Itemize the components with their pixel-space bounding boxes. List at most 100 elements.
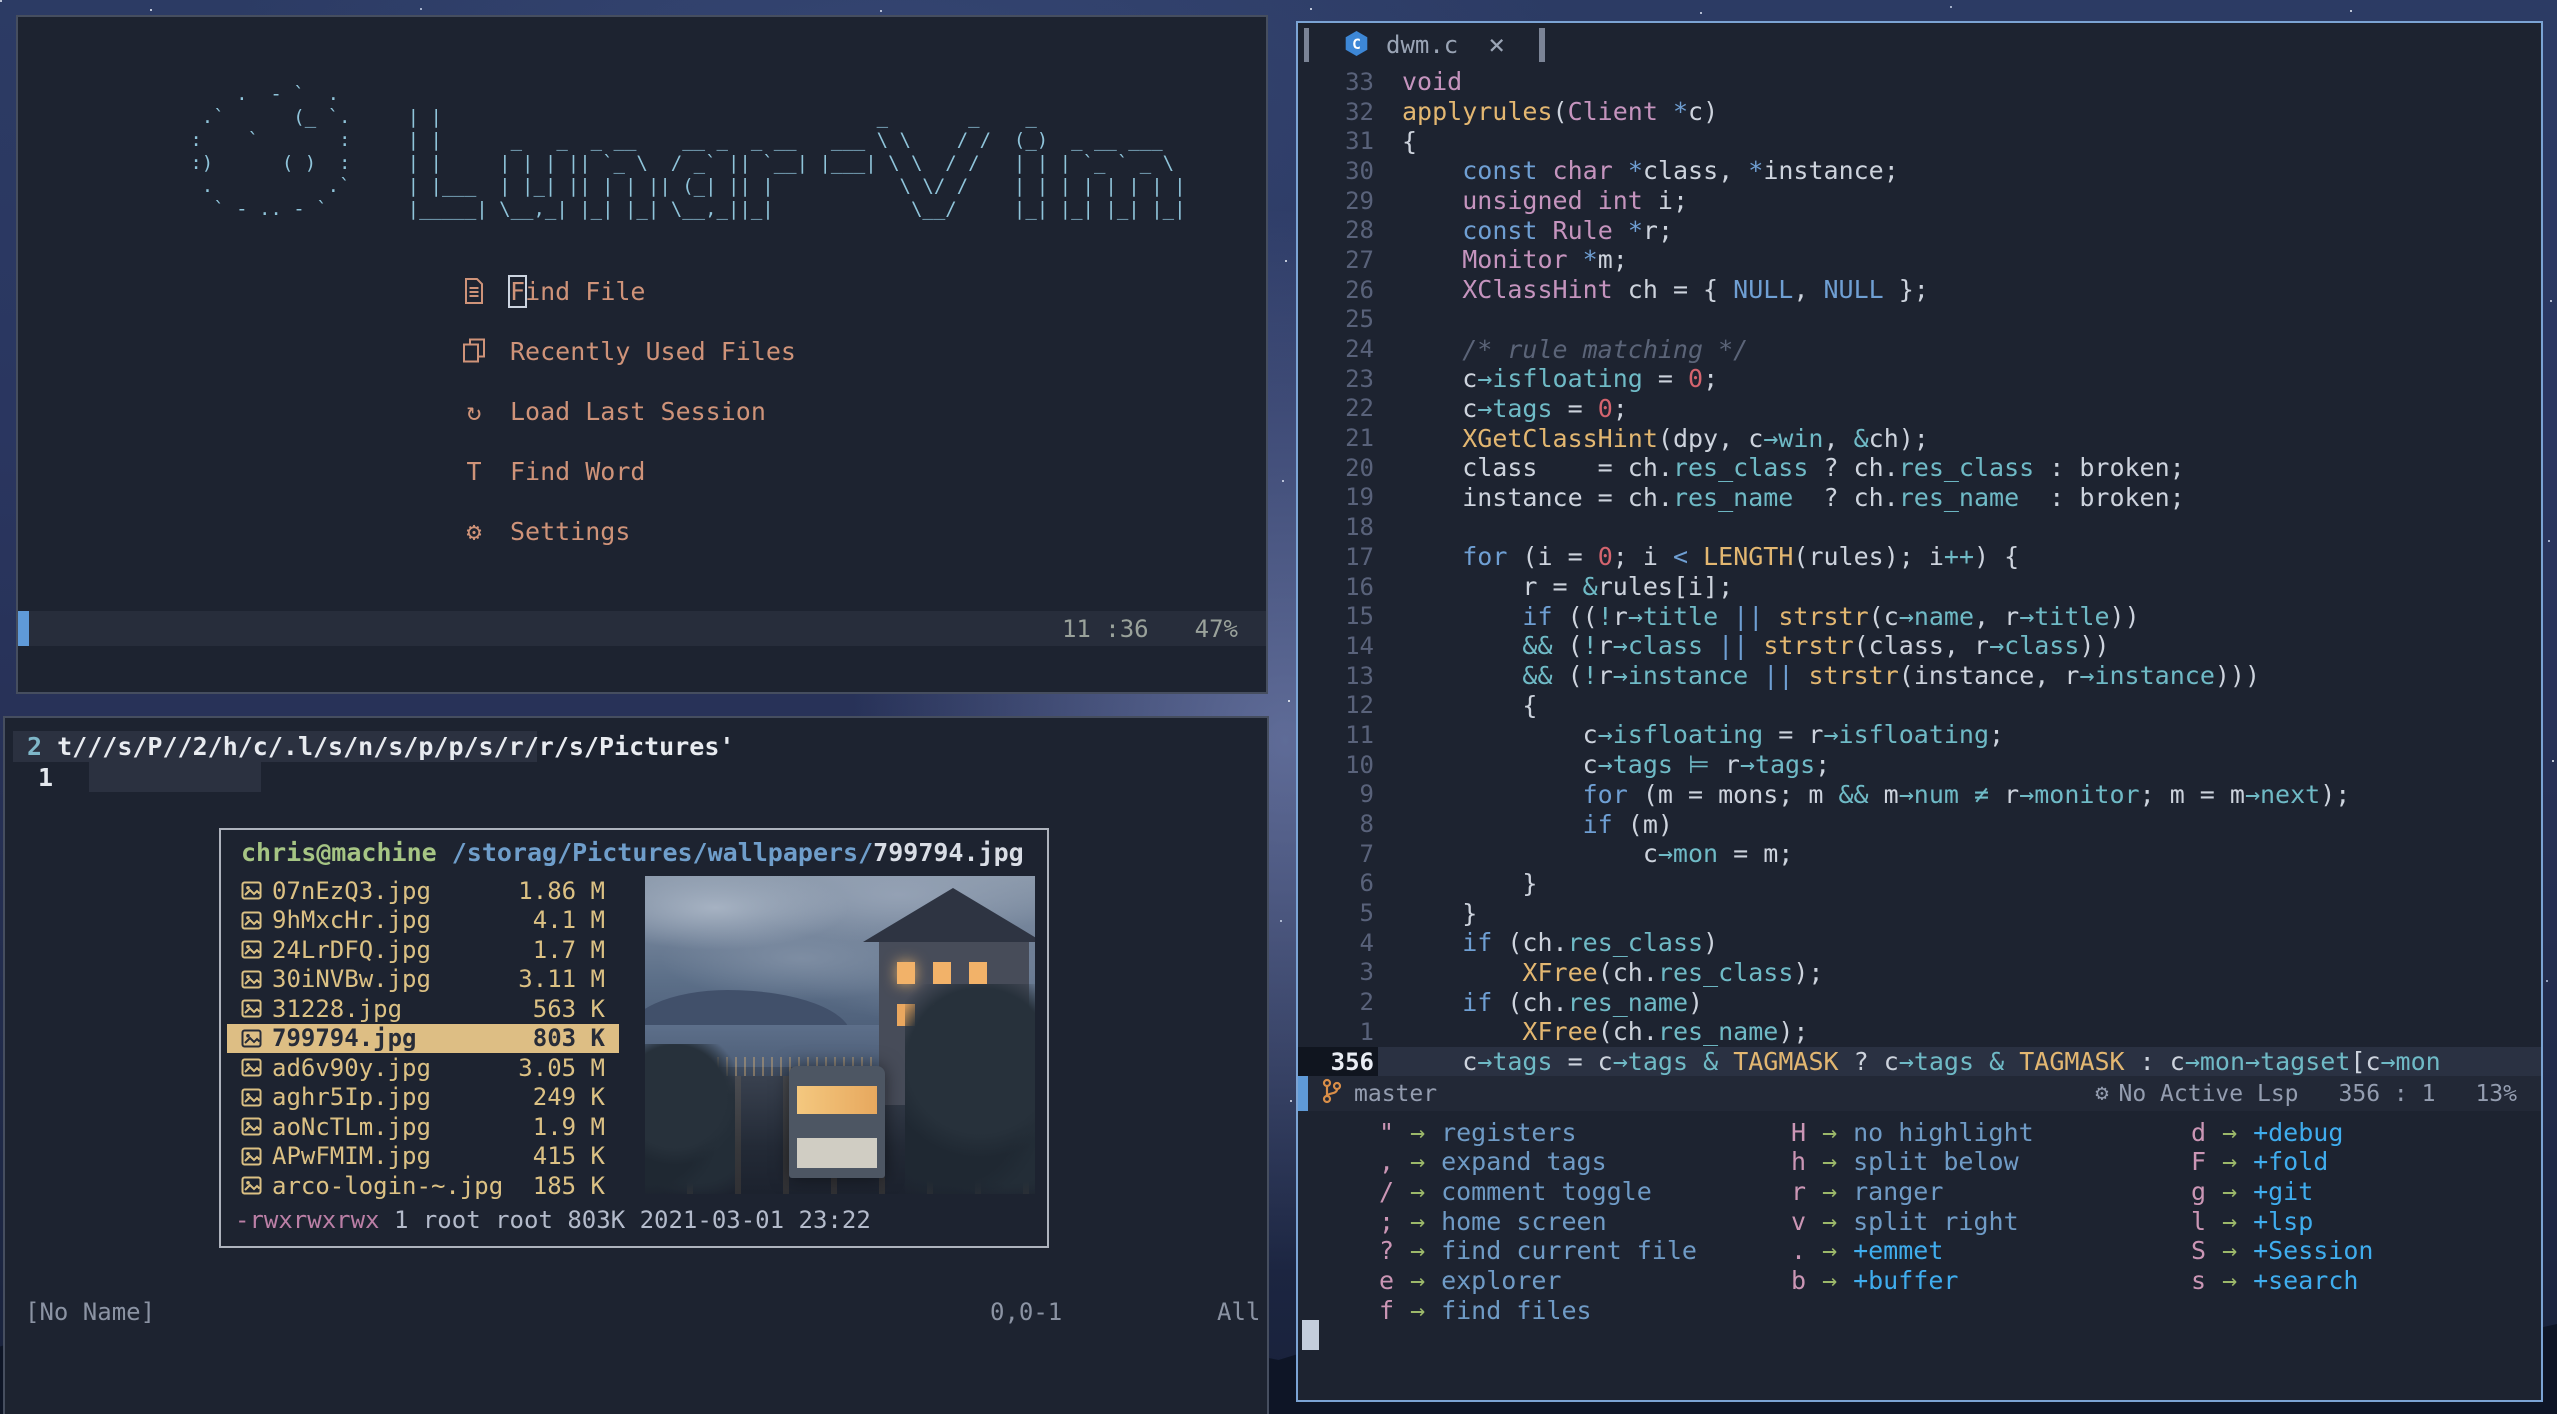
file-name: 07nEzQ3.jpg — [272, 876, 431, 905]
permissions: -rwxrwxrwx — [235, 1206, 380, 1234]
dashboard-menu: Find File Recently Used Files ↻ Load Last S… — [458, 261, 1266, 561]
file-permissions-row: -rwxrwxrwx 1 root root 803K 2021-03-01 2… — [235, 1206, 871, 1234]
git-branch-name: master — [1354, 1080, 1438, 1107]
line-number: 27 — [1345, 245, 1374, 274]
file-row-APwFMIM.jpg[interactable]: APwFMIM.jpg 415 K — [227, 1142, 619, 1172]
whichkey-binding-l: l → +lsp — [2110, 1206, 2500, 1236]
image-file-icon — [241, 970, 262, 989]
file-row-arco-login-~.jpg[interactable]: arco-login-~.jpg 185 K — [227, 1171, 619, 1201]
code-line: 9 for (m = mons; m && m→num ≠ r→monitor;… — [1298, 780, 2541, 810]
line-col-position: 356 : 1 — [2338, 1080, 2436, 1107]
line-number: 19 — [1345, 483, 1374, 512]
whichkey-column: d → +debug F → +fold g → +git l → +lsp S → +Session s → +… — [2110, 1117, 2500, 1325]
arrow-icon: → — [1410, 1177, 1426, 1207]
session-icon: ↻ — [466, 396, 482, 426]
svg-text:C: C — [1352, 37, 1361, 53]
code-line: 23 c→isfloating = 0; — [1298, 364, 2541, 394]
file-size: 1.86 M — [518, 876, 605, 905]
code-text: XFree(ch.res_name); — [1522, 1017, 1809, 1047]
image-file-icon — [241, 1029, 262, 1048]
file-name: aoNcTLm.jpg — [272, 1112, 431, 1141]
whichkey-binding-v: v → split right — [1710, 1206, 2110, 1236]
code-line: 12 { — [1298, 690, 2541, 720]
line-number: 13 — [1345, 661, 1374, 690]
arrow-icon: → — [1822, 1206, 1838, 1236]
code-area[interactable]: 33 void 32 applyrules(Client *c) 31{30 const… — [1298, 67, 2541, 1077]
file-row-07nEzQ3.jpg[interactable]: 07nEzQ3.jpg 1.86 M — [227, 876, 619, 906]
whichkey-label: +debug — [2253, 1117, 2344, 1147]
window-lunarvim-dashboard[interactable]: . - ` . .` (_ `. | | _ _ _ : ` : | | _ _… — [16, 15, 1268, 694]
whichkey-key: g — [2190, 1177, 2206, 1207]
code-line: 32 applyrules(Client *c) — [1298, 97, 2541, 127]
whichkey-key: ? — [1378, 1236, 1394, 1266]
menu-item-recently-used-files[interactable]: Recently Used Files — [458, 321, 1266, 381]
whichkey-label: +git — [2253, 1177, 2314, 1207]
file-row-30iNVBw.jpg[interactable]: 30iNVBw.jpg 3.11 M — [227, 965, 619, 995]
cmdline-row: 2 t///s/P//2/h/c/.l/s/n/s/p/p/s/r/r/s/Pi… — [5, 732, 734, 761]
file-size: 803 K — [532, 1024, 605, 1053]
settings-icon: ⚙ — [466, 516, 482, 546]
whichkey-label: +emmet — [1853, 1236, 1944, 1266]
whichkey-label: registers — [1441, 1117, 1577, 1147]
menu-item-settings[interactable]: ⚙ Settings — [458, 501, 1266, 561]
menu-item-find-file[interactable]: Find File — [458, 261, 1266, 321]
code-text: void — [1402, 67, 1463, 97]
lsp-gear-icon: ⚙ — [2095, 1081, 2109, 1107]
line-number: 33 — [1345, 67, 1374, 96]
file-row-9hMxcHr.jpg[interactable]: 9hMxcHr.jpg 4.1 M — [227, 906, 619, 936]
code-text: && (!r→class || strstr(class, r→class)) — [1522, 631, 2110, 661]
tab-close-icon[interactable]: × — [1488, 31, 1505, 59]
whichkey-label: +search — [2253, 1266, 2359, 1296]
code-line: 20 class = ch.res_class ? ch.res_class :… — [1298, 453, 2541, 483]
file-row-aghr5Ip.jpg[interactable]: aghr5Ip.jpg 249 K — [227, 1083, 619, 1113]
arrow-icon: → — [1410, 1147, 1426, 1177]
file-row-aoNcTLm.jpg[interactable]: aoNcTLm.jpg 1.9 M — [227, 1112, 619, 1142]
code-text: c→tags = c→tags & TAGMASK ? c→tags & TAG… — [1402, 1047, 2441, 1077]
menu-item-label: Recently Used Files — [510, 336, 796, 366]
whichkey-key: S — [2190, 1236, 2206, 1266]
file-row-24LrDFQ.jpg[interactable]: 24LrDFQ.jpg 1.7 M — [227, 935, 619, 965]
file-row-ad6v90y.jpg[interactable]: ad6v90y.jpg 3.05 M — [227, 1053, 619, 1083]
file-size: 1.9 M — [532, 1112, 605, 1141]
whichkey-binding-f: f → find files — [1298, 1296, 1710, 1326]
code-line: 17 for (i = 0; i < LENGTH(rules); i++) { — [1298, 542, 2541, 572]
statusline-position: 11 :36 — [1061, 614, 1149, 643]
file-row-799794.jpg[interactable]: 799794.jpg 803 K — [227, 1023, 619, 1053]
file-meta: 1 root root 803K 2021-03-01 23:22 — [379, 1206, 871, 1234]
line-number: 20 — [1345, 453, 1374, 482]
line-number: 32 — [1345, 97, 1374, 126]
code-line: 15 if ((!r→title || strstr(c→name, r→tit… — [1298, 601, 2541, 631]
file-name: APwFMIM.jpg — [272, 1142, 431, 1171]
code-line: 31 { — [1298, 126, 2541, 156]
panel-current-file: 799794.jpg — [873, 838, 1024, 867]
window-terminal-filepicker[interactable]: 2 t///s/P//2/h/c/.l/s/n/s/p/p/s/r/r/s/Pi… — [3, 716, 1269, 1414]
whichkey-column: " → registers, → expand tags / → comment toggle… — [1298, 1117, 1710, 1325]
file-row-31228.jpg[interactable]: 31228.jpg 563 K — [227, 994, 619, 1024]
menu-item-label: Load Last Session — [510, 396, 766, 426]
code-line: 21 XGetClassHint(dpy, c→win, &ch); — [1298, 423, 2541, 453]
tab-dwm-c[interactable]: C dwm.c × — [1343, 30, 1505, 61]
code-line: 3 XFree(ch.res_class); — [1298, 958, 2541, 988]
code-line: 14 && (!r→class || strstr(class, r→class… — [1298, 631, 2541, 661]
code-line: 8 if (m) — [1298, 809, 2541, 839]
whichkey-binding-?: ? → find current file — [1298, 1236, 1710, 1266]
line-number: 17 — [1345, 542, 1374, 571]
whichkey-key: b — [1790, 1266, 1806, 1296]
scroll-indicator: All — [1217, 1298, 1261, 1326]
line-number: 14 — [1345, 631, 1374, 660]
line-number: 5 — [1359, 899, 1374, 928]
window-editor-dwm[interactable]: C dwm.c × 33 void 32 applyrules(Client *c) 3… — [1296, 21, 2543, 1402]
wallpaper-stars — [0, 0, 2, 2]
line-number: 28 — [1345, 216, 1374, 245]
tabline-edge-bar — [1304, 28, 1309, 62]
menu-item-find-word[interactable]: T Find Word — [458, 441, 1266, 501]
panel-title: chris@machine /storag/Pictures/wallpaper… — [241, 838, 1047, 867]
arrow-icon: → — [2222, 1266, 2238, 1296]
line-number: 8 — [1359, 810, 1374, 839]
menu-item-load-last-session[interactable]: ↻ Load Last Session — [458, 381, 1266, 441]
whichkey-key: , — [1378, 1147, 1394, 1177]
line2-number: 1 — [38, 763, 54, 792]
code-line: 27 Monitor *m; — [1298, 245, 2541, 275]
code-line: 7 c→mon = m; — [1298, 839, 2541, 869]
code-line: 25 — [1298, 305, 2541, 335]
